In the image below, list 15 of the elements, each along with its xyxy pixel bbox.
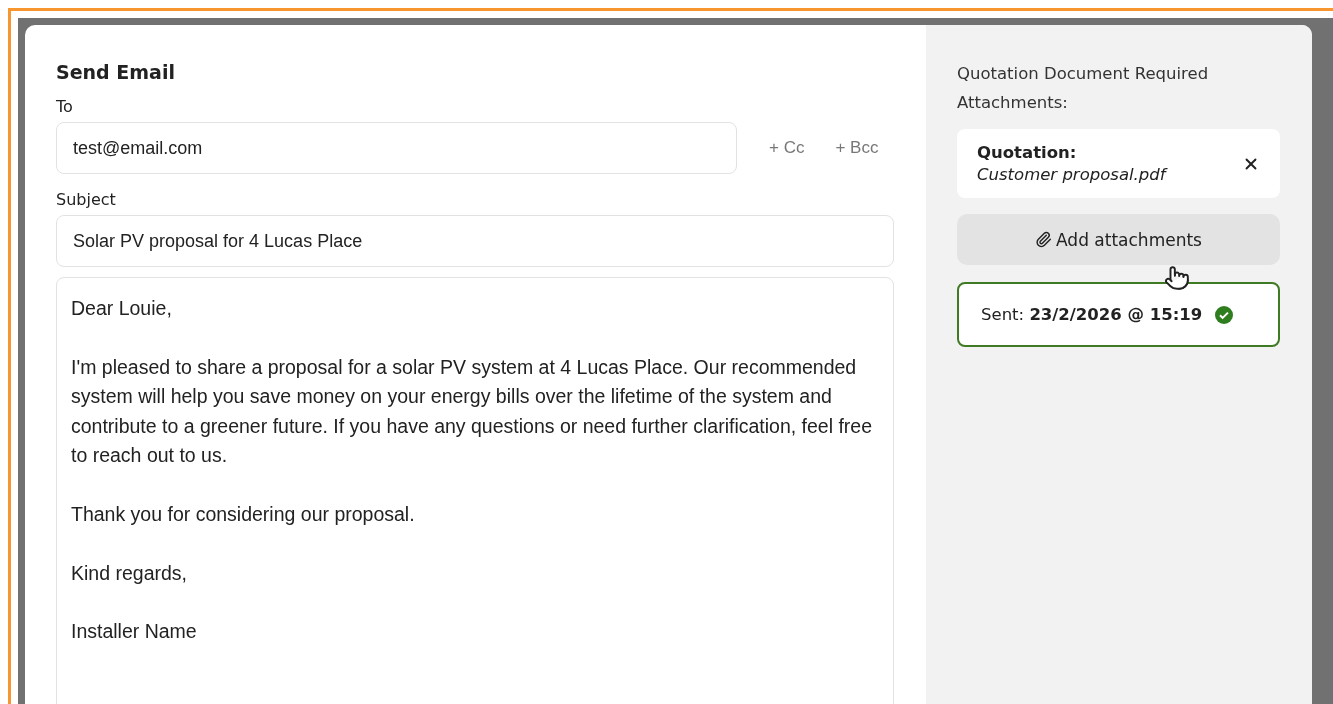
add-attachments-button[interactable]: Add attachments (957, 214, 1280, 265)
subject-field[interactable]: Solar PV proposal for 4 Lucas Place (56, 215, 894, 267)
to-field[interactable]: test@email.com (56, 122, 737, 174)
subject-label: Subject (56, 190, 117, 209)
check-icon (1214, 304, 1235, 325)
copy-link[interactable]: + Cc (769, 138, 805, 158)
paperclip-icon (1035, 231, 1053, 248)
attachments-heading: Quotation Document Required Attachments: (957, 63, 1210, 114)
attachment-file-name: Customer proposal.pdf (977, 165, 1166, 184)
sent-text: Sent: 23/2/2026 @ 15:19 (981, 305, 1203, 324)
copy-link[interactable]: + Bcc (835, 138, 879, 158)
dialog-title: Send Email (56, 61, 176, 83)
message-field[interactable]: Dear Louie, I'm pleased to share a proposal for a solar PV system at 4 Lucas Place. Our recommended system will help you save money on your energy bills over the lifetime of the system and contribute to a greener future. If you have any questions or need further clarification, feel free to reach out to us. Thank you for considering our proposal. Kind regards, Installer Name (56, 277, 894, 704)
attachment-label: Quotation: (977, 143, 1078, 162)
to-label: To (56, 97, 74, 116)
